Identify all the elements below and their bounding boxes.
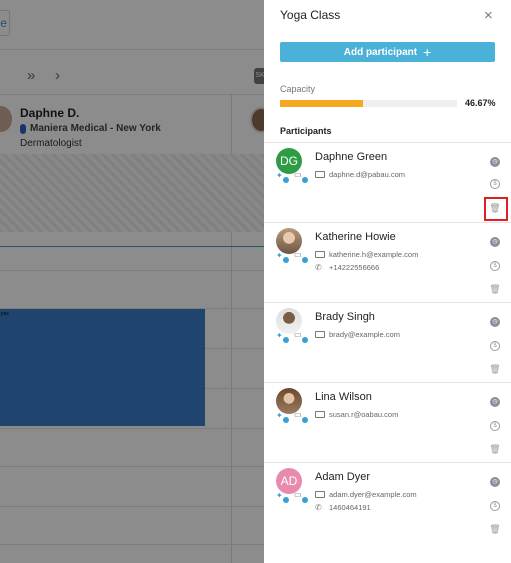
capacity-percent: 46.67% [465, 98, 496, 108]
participant-email-row: daphne.d@pabau.com [315, 170, 405, 179]
participant-card[interactable]: ✦ ▭ Brady Singh brady@example.com ◷ $ 🗑 [264, 302, 511, 382]
clock-icon[interactable]: ◷ [490, 477, 500, 487]
highlight-box [484, 197, 508, 221]
participant-email: adam.dyer@example.com [329, 490, 417, 499]
participant-email-row: susan.r@oabau.com [315, 410, 398, 419]
participant-email: susan.r@oabau.com [329, 410, 399, 419]
capacity-label: Capacity [280, 84, 316, 94]
info-dot-icon [283, 337, 289, 343]
participant-phone: 1460464191 [329, 503, 371, 512]
dollar-icon[interactable]: $ [490, 179, 500, 189]
dollar-icon[interactable]: $ [490, 501, 500, 511]
info-dot-icon [302, 337, 308, 343]
calendar-background: e » › SK Daphne D. Maniera Medical - New… [0, 0, 264, 563]
info-dot-icon [283, 497, 289, 503]
participant-phone: +14222556666 [329, 263, 380, 272]
participant-email-row: adam.dyer@example.com [315, 490, 417, 499]
participants-heading: Participants [280, 126, 332, 136]
participant-card[interactable]: AD ✦ ▭ Adam Dyer adam.dyer@example.com ✆… [264, 462, 511, 542]
participant-phone-row: ✆ +14222556666 [315, 263, 379, 272]
participant-name: Daphne Green [315, 151, 388, 163]
participant-email: brady@example.com [329, 330, 400, 339]
mail-icon [315, 251, 325, 258]
info-dot-icon [302, 177, 308, 183]
trash-icon[interactable]: 🗑 [489, 524, 500, 534]
mail-icon [315, 491, 325, 498]
phone-icon: ✆ [315, 502, 322, 512]
info-dot-icon [302, 417, 308, 423]
panel-title: Yoga Class [280, 8, 341, 22]
add-participant-label: Add participant [343, 46, 418, 58]
participant-name: Lina Wilson [315, 391, 372, 403]
participant-status-icons: ✦ ▭ [276, 409, 312, 423]
dollar-icon[interactable]: $ [490, 341, 500, 351]
participant-card[interactable]: ✦ ▭ Katherine Howie katherine.h@example.… [264, 222, 511, 302]
info-dot-icon [283, 257, 289, 263]
info-dot-icon [283, 417, 289, 423]
capacity-bar [280, 100, 457, 107]
participant-email-row: katherine.h@example.com [315, 250, 418, 259]
participant-card[interactable]: DG ✦ ▭ Daphne Green daphne.d@pabau.com ◷… [264, 142, 511, 222]
clock-icon[interactable]: ◷ [490, 317, 500, 327]
mail-icon [315, 171, 325, 178]
participant-card[interactable]: ✦ ▭ Lina Wilson susan.r@oabau.com ◷ $ 🗑 [264, 382, 511, 462]
trash-icon[interactable]: 🗑 [489, 364, 500, 374]
mail-icon [315, 331, 325, 338]
close-icon[interactable]: × [484, 8, 493, 24]
participant-email-row: brady@example.com [315, 330, 400, 339]
info-dot-icon [302, 497, 308, 503]
clock-icon[interactable]: ◷ [490, 397, 500, 407]
phone-icon: ✆ [315, 262, 322, 272]
plus-icon: + [423, 44, 432, 60]
participant-status-icons: ✦ ▭ [276, 169, 312, 183]
participant-phone-row: ✆ 1460464191 [315, 503, 371, 512]
participant-name: Adam Dyer [315, 471, 371, 483]
trash-icon[interactable]: 🗑 [489, 284, 500, 294]
participant-status-icons: ✦ ▭ [276, 329, 312, 343]
class-panel: Yoga Class × Add participant + Capacity … [264, 0, 511, 563]
participant-status-icons: ✦ ▭ [276, 249, 312, 263]
participant-email: katherine.h@example.com [329, 250, 419, 259]
clock-icon[interactable]: ◷ [490, 157, 500, 167]
participant-name: Brady Singh [315, 311, 375, 323]
mail-icon [315, 411, 325, 418]
dollar-icon[interactable]: $ [490, 421, 500, 431]
participant-name: Katherine Howie [315, 231, 396, 243]
participant-email: daphne.d@pabau.com [329, 170, 406, 179]
dollar-icon[interactable]: $ [490, 261, 500, 271]
info-dot-icon [302, 257, 308, 263]
capacity-bar-fill [280, 100, 363, 107]
participant-status-icons: ✦ ▭ [276, 489, 312, 503]
clock-icon[interactable]: ◷ [490, 237, 500, 247]
info-dot-icon [283, 177, 289, 183]
add-participant-button[interactable]: Add participant + [280, 42, 495, 62]
modal-overlay[interactable] [0, 0, 264, 563]
trash-icon[interactable]: 🗑 [489, 444, 500, 454]
